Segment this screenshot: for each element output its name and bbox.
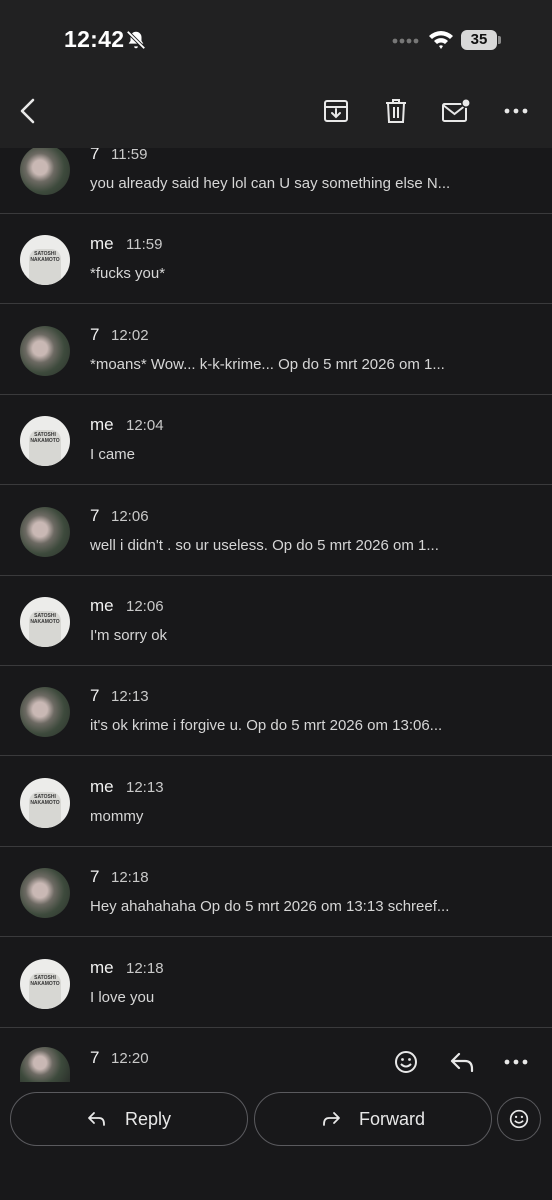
trash-icon [386,99,406,123]
message-time: 12:06 [126,598,164,615]
message-time: 12:18 [111,869,149,886]
message-snippet: mommy [90,808,144,825]
archive-icon [324,100,348,122]
message-time: 12:20 [111,1050,149,1067]
delete-button[interactable] [379,94,413,128]
back-button[interactable] [11,94,45,128]
back-arrow-icon [20,98,35,124]
message-snippet: well i didn't . so ur useless. Op do 5 m… [90,537,439,554]
emoji-reaction-button[interactable] [497,1097,541,1141]
message-snippet: I came [90,446,136,463]
message-row[interactable]: SATOSHI NAKAMOTO me 12:06 I'm sorry ok [0,576,552,666]
message-time: 11:59 [126,236,163,253]
reply-icon [450,1052,474,1072]
forward-button[interactable]: Forward [254,1092,492,1146]
reply-icon [88,1112,105,1126]
message-time: 12:13 [126,779,164,796]
battery-indicator: 35 [461,30,497,50]
avatar [20,1047,70,1082]
message-time: 12:13 [111,688,149,705]
avatar-shirt-text: SATOSHI NAKAMOTO [30,251,60,263]
message-time: 12:18 [126,960,164,977]
sender-name: me [90,596,114,615]
sender-name: 7 [90,325,100,344]
avatar-shirt-text: SATOSHI NAKAMOTO [30,794,60,806]
avatar [20,687,70,737]
sender-name: 7 [90,686,100,705]
message-snippet: *moans* Wow... k-k-krime... Op do 5 mrt … [90,356,445,373]
sender-name: 7 [90,506,100,525]
message-row[interactable]: SATOSHI NAKAMOTO me 12:04 I came [0,395,552,485]
avatar-shirt-text: SATOSHI NAKAMOTO [30,613,60,625]
message-time: 12:04 [126,417,164,434]
reply-button[interactable]: Reply [10,1092,248,1146]
emoji-icon [395,1051,417,1073]
message-more-button[interactable] [499,1045,533,1079]
more-icon [504,108,528,114]
message-snippet: I'm sorry ok [90,627,168,644]
message-snippet: it's ok krime i forgive u. Op do 5 mrt 2… [90,717,443,734]
message-row[interactable]: 7 12:18 Hey ahahahaha Op do 5 mrt 2026 om … [0,847,552,937]
sender-name: me [90,958,114,977]
avatar-shirt-text: SATOSHI NAKAMOTO [30,975,60,987]
status-time: 12:42 [64,26,125,52]
message-snippet: you already said hey lol can U say somet… [90,175,451,192]
sender-name: me [90,234,114,253]
message-snippet: I love you [90,989,155,1006]
message-row[interactable]: SATOSHI NAKAMOTO me 11:59 *fucks you* [0,214,552,304]
message-time: 11:59 [111,146,148,163]
more-options-button[interactable] [499,94,533,128]
avatar [20,507,70,557]
battery-tip [498,36,501,44]
avatar: SATOSHI NAKAMOTO [20,959,70,1009]
archive-button[interactable] [319,94,353,128]
mark-unread-button[interactable] [439,94,473,128]
avatar [20,326,70,376]
avatar-shirt-text: SATOSHI NAKAMOTO [30,432,60,444]
bell-muted-icon [126,30,146,50]
sender-name: me [90,777,114,796]
sender-name: 7 [90,1048,100,1067]
mark-unread-icon [442,98,471,122]
message-snippet: Hey ahahahaha Op do 5 mrt 2026 om 13:13 … [90,898,450,915]
reply-label: Reply [124,1108,172,1129]
more-icon [504,1059,528,1065]
message-row[interactable]: SATOSHI NAKAMOTO me 12:13 mommy [0,757,552,847]
status-bar: 12:42 35 [0,0,552,80]
message-row[interactable]: SATOSHI NAKAMOTO me 12:18 I love you [0,938,552,1028]
message-time: 12:06 [111,508,149,525]
message-row[interactable]: 7 12:13 it's ok krime i forgive u. Op do 5… [0,666,552,756]
message-time: 12:02 [111,327,149,344]
emoji-icon [509,1109,529,1129]
avatar: SATOSHI NAKAMOTO [20,416,70,466]
avatar: SATOSHI NAKAMOTO [20,597,70,647]
avatar: SATOSHI NAKAMOTO [20,235,70,285]
avatar: SATOSHI NAKAMOTO [20,778,70,828]
wifi-icon [429,31,453,49]
message-row[interactable]: 7 12:06 well i didn't . so ur useless. Op … [0,486,552,576]
avatar [20,145,70,195]
message-snippet: *fucks you* [90,265,166,282]
forward-label: Forward [358,1108,425,1129]
reply-message-button[interactable] [445,1045,479,1079]
message-row[interactable]: 7 12:02 *moans* Wow... k-k-krime... Op do … [0,305,552,395]
add-reaction-button[interactable] [389,1045,423,1079]
forward-icon [323,1112,340,1126]
avatar [20,868,70,918]
sender-name: me [90,415,114,434]
signal-dots-icon [392,38,419,44]
sender-name: 7 [90,867,100,886]
